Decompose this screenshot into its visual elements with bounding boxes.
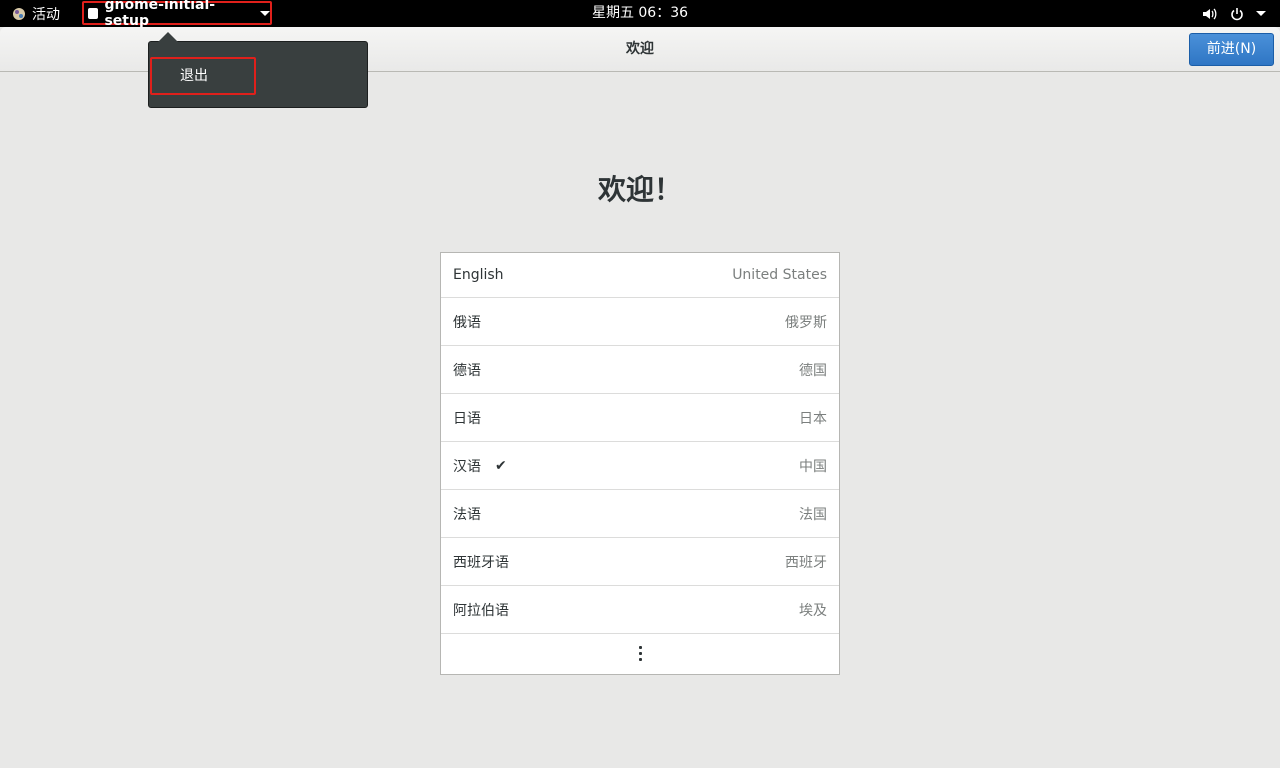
next-button[interactable]: 前进(N) [1189,33,1274,66]
quit-menu-item[interactable]: 退出 [150,57,256,95]
vertical-ellipsis-icon [638,646,642,661]
language-region: 日本 [799,410,827,427]
activities-button[interactable]: 活动 [12,0,60,27]
language-row-spanish[interactable]: 西班牙语 西班牙 [441,538,839,586]
app-menu-label: gnome-initial-setup [104,0,216,29]
system-menu[interactable] [1202,0,1266,27]
activities-logo-icon [12,7,26,21]
language-region: 俄罗斯 [785,314,827,331]
power-icon [1230,7,1244,21]
app-icon [88,7,99,19]
language-list: English United States 俄语 俄罗斯 德语 德国 日语 日本… [440,252,840,675]
app-menu-button[interactable]: gnome-initial-setup [82,0,272,29]
language-region: 中国 [799,458,827,475]
clock[interactable]: 星期五 06：36 [592,5,688,21]
language-name: 汉语 [453,458,481,475]
welcome-heading: 欢迎！ [597,173,682,206]
language-row-arabic[interactable]: 阿拉伯语 埃及 [441,586,839,634]
language-region: United States [732,267,827,283]
system-menu-chevron-down-icon [1256,11,1266,16]
language-name: 阿拉伯语 [453,602,509,619]
language-region: 西班牙 [785,554,827,571]
volume-icon [1202,7,1218,21]
language-name: English [453,267,504,283]
language-name: 日语 [453,410,481,427]
language-region: 法国 [799,506,827,523]
language-region: 埃及 [799,602,827,619]
top-bar: 活动 gnome-initial-setup 星期五 06：36 [0,0,1280,29]
language-name: 法语 [453,506,481,523]
language-row-russian[interactable]: 俄语 俄罗斯 [441,298,839,346]
activities-label: 活动 [32,6,60,23]
language-row-chinese[interactable]: 汉语 ✔ 中国 [441,442,839,490]
language-region: 德国 [799,362,827,379]
language-row-english[interactable]: English United States [441,253,839,298]
language-name: 西班牙语 [453,554,509,571]
chevron-down-icon [260,10,270,16]
language-row-german[interactable]: 德语 德国 [441,346,839,394]
app-menu-popover: 退出 [148,32,368,108]
checkmark-icon: ✔ [495,457,507,474]
language-name: 德语 [453,362,481,379]
language-name: 俄语 [453,314,481,331]
language-row-japanese[interactable]: 日语 日本 [441,394,839,442]
more-languages-button[interactable] [441,634,839,673]
popover-arrow [158,32,178,42]
language-row-french[interactable]: 法语 法国 [441,490,839,538]
